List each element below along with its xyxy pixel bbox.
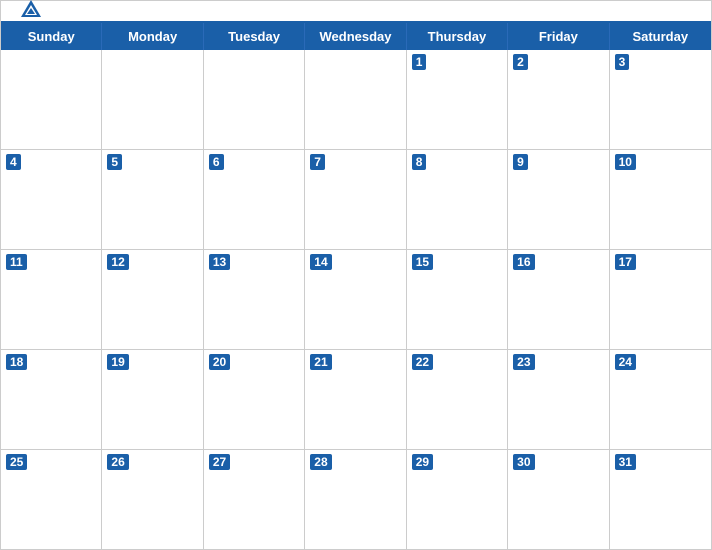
date-number: 6 <box>209 154 224 170</box>
date-number: 10 <box>615 154 636 170</box>
date-number: 26 <box>107 454 128 470</box>
day-cell: 28 <box>305 450 406 549</box>
day-cell: 29 <box>407 450 508 549</box>
calendar: SundayMondayTuesdayWednesdayThursdayFrid… <box>0 0 712 550</box>
day-cell <box>204 50 305 149</box>
date-number: 21 <box>310 354 331 370</box>
day-cell: 8 <box>407 150 508 249</box>
day-cell: 14 <box>305 250 406 349</box>
week-row-3: 11 12 13 14 15 16 17 <box>1 250 711 350</box>
day-cell: 18 <box>1 350 102 449</box>
date-number: 1 <box>412 54 427 70</box>
week-row-5: 25 26 27 28 29 30 31 <box>1 450 711 549</box>
day-cell: 15 <box>407 250 508 349</box>
date-number: 27 <box>209 454 230 470</box>
day-cell: 10 <box>610 150 711 249</box>
day-cell: 30 <box>508 450 609 549</box>
day-cell: 12 <box>102 250 203 349</box>
day-header-sunday: Sunday <box>1 23 102 50</box>
day-cell: 23 <box>508 350 609 449</box>
day-header-thursday: Thursday <box>407 23 508 50</box>
date-number: 24 <box>615 354 636 370</box>
date-number: 9 <box>513 154 528 170</box>
week-row-4: 18 19 20 21 22 23 24 <box>1 350 711 450</box>
calendar-grid: SundayMondayTuesdayWednesdayThursdayFrid… <box>1 21 711 549</box>
calendar-header <box>1 1 711 21</box>
date-number: 22 <box>412 354 433 370</box>
day-cell: 6 <box>204 150 305 249</box>
date-number: 11 <box>6 254 27 270</box>
week-row-2: 4 5 6 7 8 9 10 <box>1 150 711 250</box>
day-cell: 22 <box>407 350 508 449</box>
day-cell: 5 <box>102 150 203 249</box>
date-number: 31 <box>615 454 636 470</box>
day-cell: 24 <box>610 350 711 449</box>
date-number: 8 <box>412 154 427 170</box>
day-cell: 7 <box>305 150 406 249</box>
day-cell: 1 <box>407 50 508 149</box>
date-number: 23 <box>513 354 534 370</box>
date-number: 30 <box>513 454 534 470</box>
date-number: 5 <box>107 154 122 170</box>
date-number: 2 <box>513 54 528 70</box>
day-cell: 3 <box>610 50 711 149</box>
day-headers: SundayMondayTuesdayWednesdayThursdayFrid… <box>1 23 711 50</box>
date-number: 14 <box>310 254 331 270</box>
day-header-monday: Monday <box>102 23 203 50</box>
day-cell: 20 <box>204 350 305 449</box>
day-header-tuesday: Tuesday <box>204 23 305 50</box>
logo <box>17 0 48 25</box>
date-number: 17 <box>615 254 636 270</box>
day-header-friday: Friday <box>508 23 609 50</box>
day-header-wednesday: Wednesday <box>305 23 406 50</box>
day-cell: 19 <box>102 350 203 449</box>
date-number: 12 <box>107 254 128 270</box>
weeks-container: 1234567891011121314151617181920212223242… <box>1 50 711 549</box>
day-cell: 26 <box>102 450 203 549</box>
day-cell: 11 <box>1 250 102 349</box>
day-cell <box>305 50 406 149</box>
day-cell: 17 <box>610 250 711 349</box>
day-cell: 21 <box>305 350 406 449</box>
date-number: 25 <box>6 454 27 470</box>
day-cell: 25 <box>1 450 102 549</box>
day-cell: 16 <box>508 250 609 349</box>
date-number: 20 <box>209 354 230 370</box>
date-number: 7 <box>310 154 325 170</box>
logo-icon <box>17 0 45 25</box>
date-number: 18 <box>6 354 27 370</box>
date-number: 3 <box>615 54 630 70</box>
date-number: 15 <box>412 254 433 270</box>
date-number: 4 <box>6 154 21 170</box>
day-cell <box>1 50 102 149</box>
day-cell: 13 <box>204 250 305 349</box>
day-cell: 2 <box>508 50 609 149</box>
date-number: 16 <box>513 254 534 270</box>
day-cell: 4 <box>1 150 102 249</box>
day-header-saturday: Saturday <box>610 23 711 50</box>
date-number: 13 <box>209 254 230 270</box>
date-number: 29 <box>412 454 433 470</box>
date-number: 19 <box>107 354 128 370</box>
date-number: 28 <box>310 454 331 470</box>
week-row-1: 1 2 3 <box>1 50 711 150</box>
day-cell: 9 <box>508 150 609 249</box>
day-cell: 31 <box>610 450 711 549</box>
day-cell <box>102 50 203 149</box>
day-cell: 27 <box>204 450 305 549</box>
